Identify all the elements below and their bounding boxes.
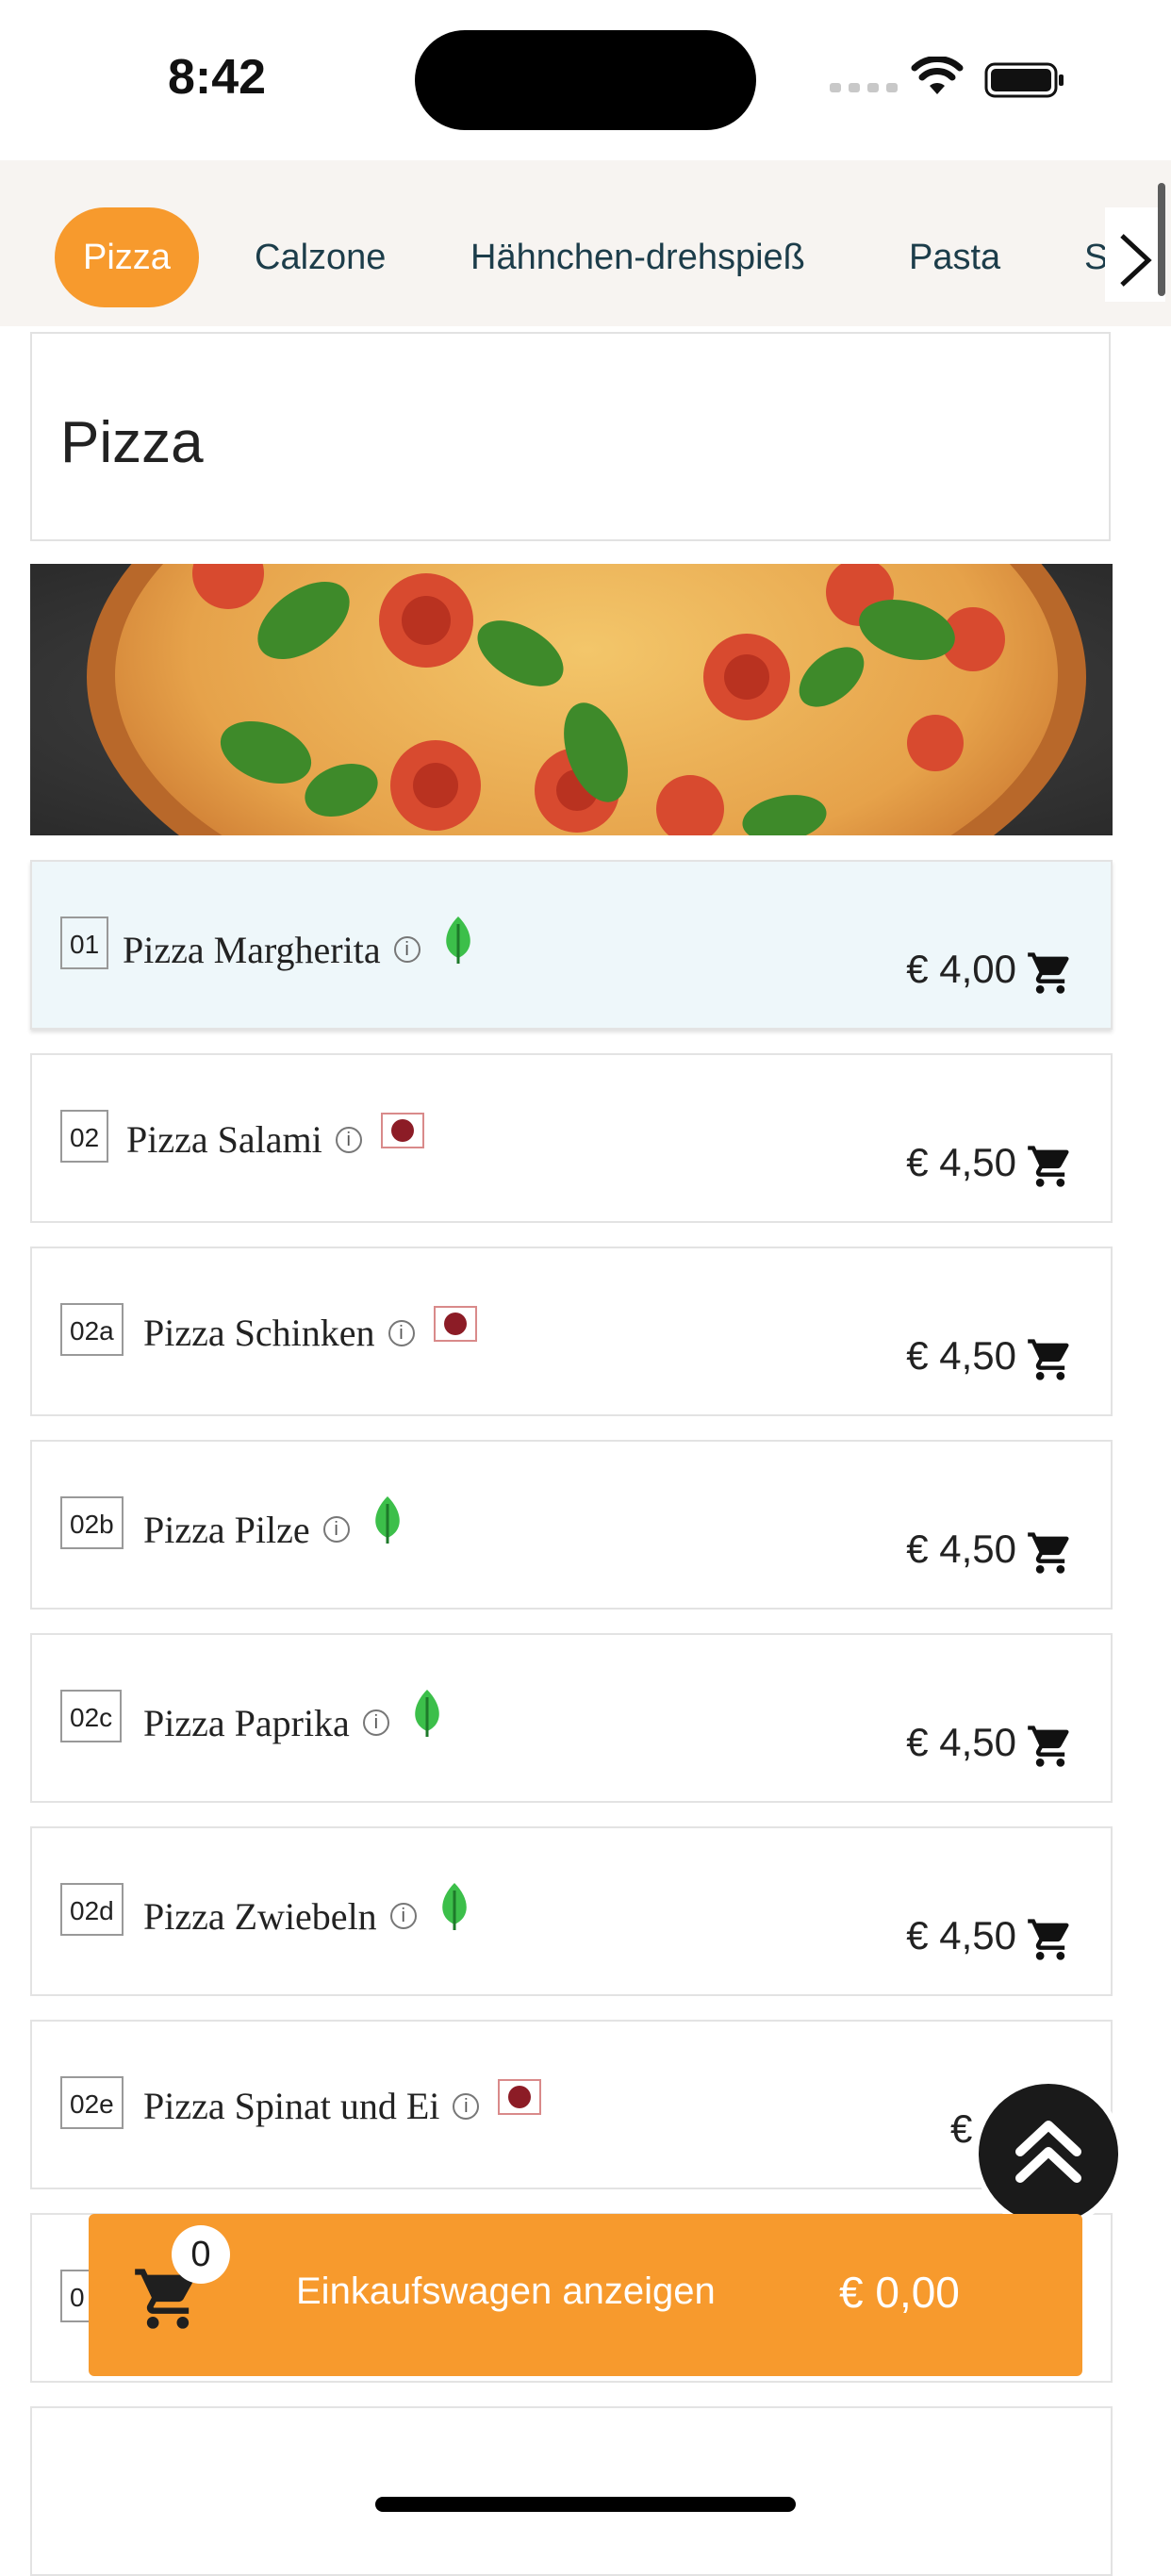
item-name-wrapper: Pizza Margherita i [123, 916, 477, 975]
item-name-wrapper: Pizza Spinat und Ei i [143, 2078, 542, 2128]
item-price: € 4,00 [906, 947, 1016, 991]
item-name-wrapper: Pizza Salami i [126, 1112, 424, 1162]
wifi-icon [911, 57, 964, 94]
add-to-cart-icon[interactable] [1026, 1915, 1075, 1964]
view-cart-button[interactable]: 0 Einkaufswagen anzeigen € 0,00 [89, 2214, 1082, 2376]
tab-pasta[interactable]: Pasta [909, 207, 1000, 307]
item-price: € 4,50 [906, 1140, 1016, 1184]
item-number: 02a [60, 1303, 124, 1356]
meat-icon [498, 2078, 542, 2115]
dynamic-island [415, 30, 756, 130]
status-time: 8:42 [168, 50, 267, 105]
meat-icon [433, 1305, 477, 1342]
menu-item-row[interactable]: 02e Pizza Spinat und Ei i € 5, [30, 2020, 1113, 2189]
info-icon[interactable]: i [322, 1516, 350, 1543]
item-number: 02 [60, 1110, 109, 1163]
add-to-cart-icon[interactable] [1026, 1335, 1075, 1384]
info-icon[interactable]: i [362, 1709, 389, 1736]
item-number: 01 [60, 916, 109, 969]
item-number: 02c [60, 1690, 123, 1742]
item-name: Pizza Schinken [143, 1312, 375, 1354]
home-indicator [375, 2497, 796, 2512]
item-name: Pizza Salami [126, 1118, 322, 1161]
menu-item-row[interactable]: 02 Pizza Salami i € 4,50 [30, 1053, 1113, 1223]
vegetarian-leaf-icon [445, 916, 470, 964]
tab-pizza[interactable]: Pizza [55, 207, 199, 307]
item-price: € 4,50 [906, 1913, 1016, 1957]
item-name: Pizza Margherita [123, 928, 381, 971]
info-icon[interactable]: i [389, 1903, 417, 1929]
info-icon[interactable]: i [393, 936, 421, 963]
tabs-next-button[interactable] [1105, 207, 1165, 302]
add-to-cart-icon[interactable] [1026, 1142, 1075, 1191]
item-name: Pizza Zwiebeln [143, 1894, 377, 1938]
menu-item-row[interactable]: 01 Pizza Margherita i € 4,00 [30, 860, 1113, 1030]
tab-calzone[interactable]: Calzone [255, 207, 386, 307]
add-to-cart-icon[interactable] [1026, 949, 1075, 998]
item-price: € 4,50 [906, 1527, 1016, 1571]
item-name-wrapper: Pizza Schinken i [143, 1305, 477, 1355]
battery-icon [984, 62, 1064, 98]
section-title: Pizza [60, 410, 204, 475]
chevron-right-icon [1120, 234, 1152, 287]
category-tabs: Pizza Calzone Hähnchen-drehspieß Pasta S [0, 160, 1171, 326]
scroll-to-top-button[interactable] [973, 2078, 1124, 2229]
item-name-wrapper: Pizza Paprika i [143, 1690, 446, 1748]
info-icon[interactable]: i [388, 1319, 415, 1346]
add-to-cart-icon[interactable] [1026, 1722, 1075, 1771]
vegetarian-leaf-icon [374, 1496, 400, 1544]
double-chevron-up-icon [1015, 2121, 1081, 2183]
item-price: € 4,50 [906, 1333, 1016, 1378]
info-icon[interactable]: i [453, 2092, 480, 2120]
item-number: 02b [60, 1496, 124, 1549]
item-number: 02e [60, 2076, 124, 2129]
item-price: € 4,50 [906, 1720, 1016, 1764]
menu-item-row[interactable]: 02c Pizza Paprika i € 4,50 [30, 1633, 1113, 1803]
menu-item-row[interactable] [30, 2406, 1113, 2576]
status-bar: 8:42 [0, 0, 1171, 160]
tab-haehnchen-drehspiess[interactable]: Hähnchen-drehspieß [470, 207, 805, 307]
info-icon[interactable]: i [335, 1126, 362, 1153]
pizza-banner-image [30, 564, 1113, 835]
vegetarian-leaf-icon [415, 1690, 439, 1737]
cart-label: Einkaufswagen anzeigen [296, 2271, 716, 2312]
cart-total: € 0,00 [839, 2268, 960, 2317]
scroll-indicator[interactable] [1158, 183, 1165, 296]
meat-icon [380, 1112, 424, 1148]
menu-item-row[interactable]: 02a Pizza Schinken i € 4,50 [30, 1247, 1113, 1416]
cellular-signal-icon [830, 83, 898, 92]
cart-count-badge: 0 [172, 2225, 230, 2284]
menu-item-row[interactable]: 02b Pizza Pilze i € 4,50 [30, 1440, 1113, 1610]
menu-item-row[interactable]: 02d Pizza Zwiebeln i € 4,50 [30, 1826, 1113, 1996]
section-header: Pizza [30, 332, 1111, 541]
item-name-wrapper: Pizza Zwiebeln i [143, 1883, 473, 1941]
vegetarian-leaf-icon [441, 1883, 467, 1930]
item-number: 02d [60, 1883, 124, 1936]
item-name: Pizza Paprika [143, 1701, 350, 1744]
item-name: Pizza Spinat und Ei [143, 2085, 440, 2127]
item-name: Pizza Pilze [143, 1508, 310, 1551]
add-to-cart-icon[interactable] [1026, 1528, 1075, 1577]
item-name-wrapper: Pizza Pilze i [143, 1496, 406, 1555]
